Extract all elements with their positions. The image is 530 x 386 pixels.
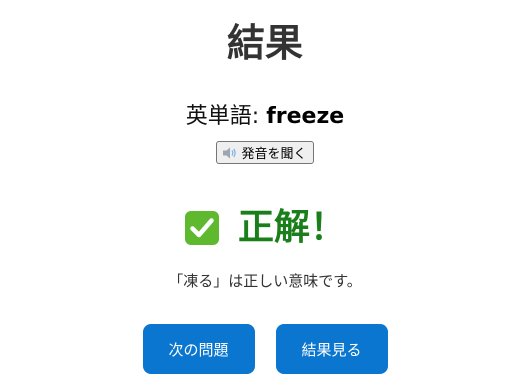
explanation-text: 「凍る」は正しい意味です。 — [168, 272, 362, 290]
action-buttons: 次の問題 結果見る — [0, 324, 530, 374]
english-word-line: 英単語: freeze — [0, 100, 530, 134]
result-status-text: 正解！ — [237, 207, 346, 248]
speak-button-container: 発音を聞く — [0, 141, 530, 164]
result-page: 結果 英単語: freeze 発音を聞く 正解！ 「凍る」は正しい意味です。 次… — [0, 0, 530, 386]
check-mark-icon — [184, 210, 220, 246]
english-word-label: 英単語: — [185, 104, 267, 129]
play-pronunciation-button[interactable]: 発音を聞く — [216, 141, 314, 164]
english-word: freeze — [266, 104, 345, 129]
speaker-icon — [223, 147, 237, 159]
next-question-button[interactable]: 次の問題 — [142, 324, 255, 374]
play-pronunciation-label: 発音を聞く — [241, 147, 307, 162]
page-title: 結果 — [226, 21, 303, 65]
view-results-button[interactable]: 結果見る — [275, 324, 388, 374]
result-line: 正解！ — [0, 200, 530, 256]
